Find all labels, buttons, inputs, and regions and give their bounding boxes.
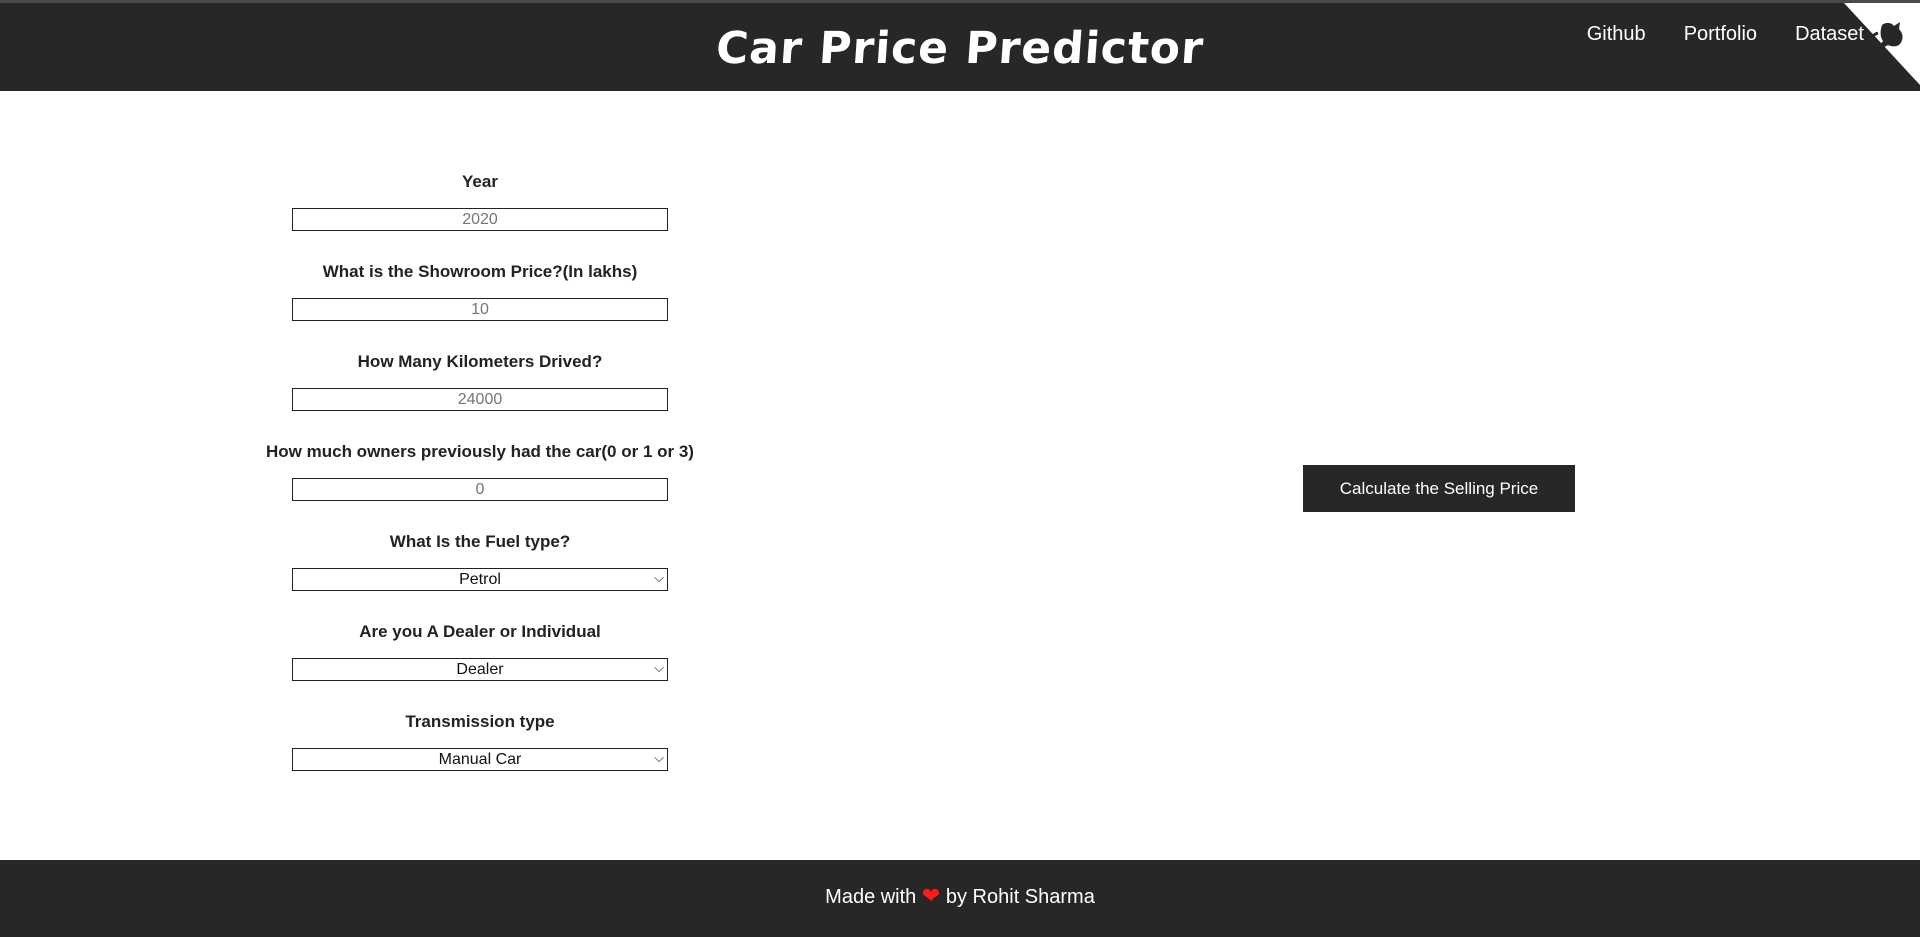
showroom-price-label: What is the Showroom Price?(In lakhs) <box>322 262 638 281</box>
footer: Made with ❤ by Rohit Sharma <box>0 860 1920 937</box>
seller-select-wrap: Dealer ⌵ <box>292 658 668 681</box>
seller-select[interactable]: Dealer <box>292 658 668 681</box>
heart-icon: ❤ <box>921 883 941 908</box>
year-label: Year <box>462 172 498 191</box>
car-details-form: Year What is the Showroom Price?(In lakh… <box>260 162 700 792</box>
transmission-select[interactable]: Manual Car <box>292 748 668 771</box>
seller-label: Are you A Dealer or Individual <box>359 622 601 641</box>
year-input[interactable] <box>292 208 668 231</box>
footer-prefix: Made with <box>825 886 917 908</box>
github-corner-icon[interactable] <box>1844 3 1920 85</box>
top-nav: Github Portfolio Dataset <box>1587 23 1864 46</box>
year-field: Year <box>260 162 700 252</box>
footer-suffix: by Rohit Sharma <box>945 886 1095 908</box>
owners-input[interactable] <box>292 478 668 501</box>
header: Car Price Predictor Github Portfolio Dat… <box>0 0 1920 91</box>
fuel-select-wrap: Petrol ⌵ <box>292 568 668 591</box>
nav-link-github[interactable]: Github <box>1587 23 1646 46</box>
transmission-field: Transmission type Manual Car ⌵ <box>260 702 700 792</box>
fuel-select[interactable]: Petrol <box>292 568 668 591</box>
owners-label: How much owners previously had the car(0… <box>266 442 694 461</box>
owners-field: How much owners previously had the car(0… <box>260 432 700 522</box>
showroom-price-input[interactable] <box>292 298 668 321</box>
transmission-label: Transmission type <box>405 712 555 731</box>
kms-input[interactable] <box>292 388 668 411</box>
transmission-select-wrap: Manual Car ⌵ <box>292 748 668 771</box>
fuel-field: What Is the Fuel type? Petrol ⌵ <box>260 522 700 612</box>
nav-link-portfolio[interactable]: Portfolio <box>1684 23 1757 46</box>
fuel-label: What Is the Fuel type? <box>389 532 571 551</box>
calculate-price-button[interactable]: Calculate the Selling Price <box>1303 465 1575 512</box>
kms-field: How Many Kilometers Drived? <box>260 342 700 432</box>
showroom-price-field: What is the Showroom Price?(In lakhs) <box>260 252 700 342</box>
kms-label: How Many Kilometers Drived? <box>357 352 603 371</box>
seller-field: Are you A Dealer or Individual Dealer ⌵ <box>260 612 700 702</box>
